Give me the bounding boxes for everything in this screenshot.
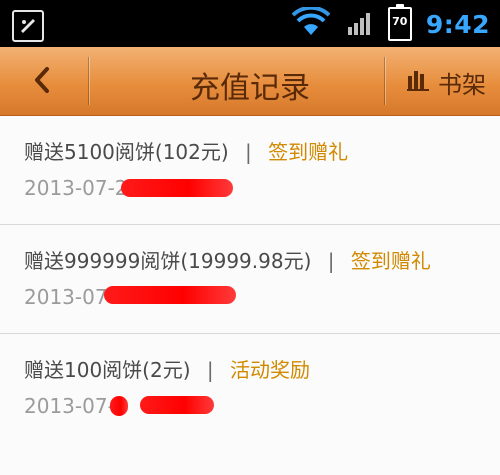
record-date-text: 2013-07 [24,285,108,309]
record-date-text: 2013-07-2 [24,176,128,200]
signal-icon [344,7,374,41]
redaction-mark [140,396,214,414]
redaction-mark [121,179,233,197]
list-item: 赠送999999阅饼(19999.98元) | 签到赠礼 2013-07 [0,225,500,334]
record-summary: 赠送5100阅饼(102元) | 签到赠礼 [24,136,348,165]
record-date: 2013-07 [24,285,108,309]
shelf-button[interactable]: 书架 [406,65,486,99]
battery-icon: 70 [387,4,412,41]
appbar-divider-right [384,57,385,105]
redaction-mark [104,286,236,304]
record-separator: | [206,358,214,382]
record-amount: 赠送5100阅饼(102元) [24,140,229,164]
record-date: 2013-07-2 [24,176,128,200]
wifi-icon [291,5,331,41]
app-notification-icon [12,10,44,42]
status-indicators: 70 9:42 [291,4,490,42]
clock-time: 9:42 [425,9,490,39]
record-summary: 赠送100阅饼(2元) | 活动奖励 [24,354,310,383]
record-tag: 签到赠礼 [350,249,431,273]
record-separator: | [245,140,252,164]
app-bar: 充值记录 书架 [0,47,500,116]
list-item: 赠送5100阅饼(102元) | 签到赠礼 2013-07-2 [0,116,500,225]
status-bar: 70 9:42 [0,0,500,47]
record-separator: | [327,249,335,273]
shelf-label: 书架 [438,70,486,99]
record-tag: 活动奖励 [229,358,310,382]
record-date: 2013-07- [24,394,115,418]
record-summary: 赠送999999阅饼(19999.98元) | 签到赠礼 [24,245,431,274]
record-tag: 签到赠礼 [268,140,349,164]
record-amount: 赠送999999阅饼(19999.98元) [24,249,312,273]
app-notification-glyph [21,19,35,33]
bar-chart-icon [406,67,430,97]
list-item: 赠送100阅饼(2元) | 活动奖励 2013-07- [0,334,500,442]
record-amount: 赠送100阅饼(2元) [24,358,191,382]
redaction-mark [110,396,128,416]
battery-level: 70 [392,15,408,28]
record-date-text: 2013-07- [24,394,115,418]
recharge-record-list: 赠送5100阅饼(102元) | 签到赠礼 2013-07-2 赠送999999… [0,116,500,475]
